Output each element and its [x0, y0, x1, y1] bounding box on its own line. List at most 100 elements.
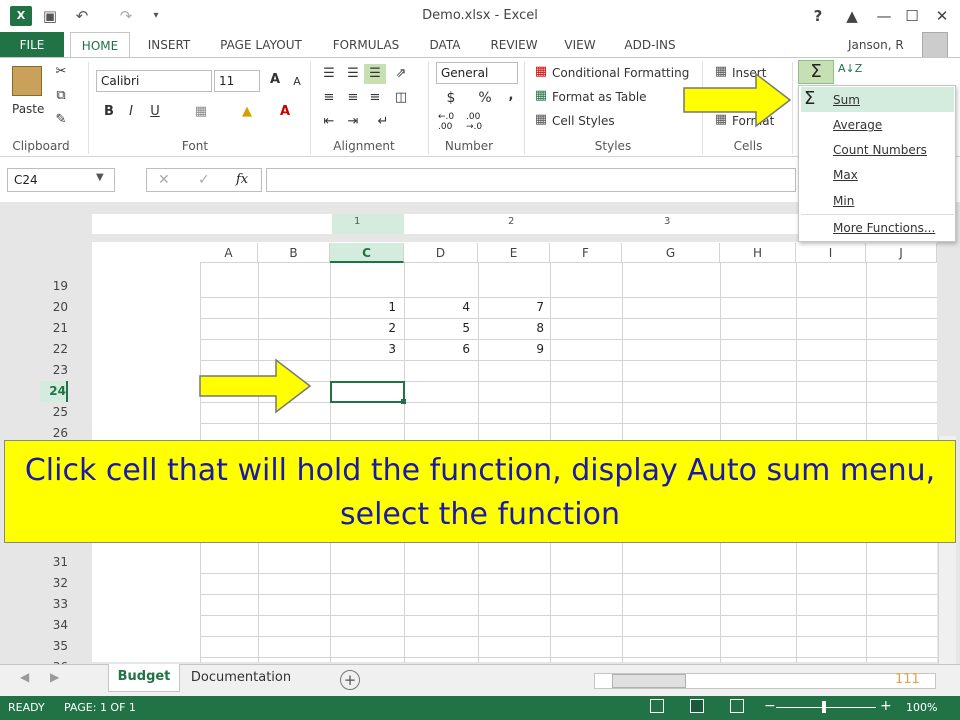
menu-item-count-numbers[interactable]: Count Numbers [833, 143, 927, 157]
scroll-right-tab-icon[interactable]: ▶ [50, 670, 59, 684]
column-header[interactable]: D [404, 243, 478, 263]
row-header[interactable]: 23 [40, 360, 68, 381]
paste-icon[interactable] [12, 66, 42, 96]
decrease-decimal-button[interactable]: .00 →.0 [466, 112, 494, 132]
row-header[interactable]: 22 [40, 339, 68, 360]
top-align-icon[interactable]: ☰ [318, 64, 340, 84]
column-header[interactable]: A [200, 243, 258, 263]
zoom-level[interactable]: 100% [906, 701, 937, 714]
page-break-view-icon[interactable] [730, 699, 744, 713]
cell-e20[interactable]: 7 [478, 297, 548, 318]
insert-function-icon[interactable]: fx [236, 172, 248, 187]
align-right-icon[interactable]: ≡ [364, 88, 386, 108]
column-header[interactable]: J [866, 243, 937, 263]
align-center-icon[interactable]: ≡ [342, 88, 364, 108]
middle-align-icon[interactable]: ☰ [342, 64, 364, 84]
ribbon-display-icon[interactable]: ▲ [840, 5, 864, 27]
minimize-button[interactable]: — [872, 5, 896, 27]
row-header[interactable]: 20 [40, 297, 68, 318]
tab-formulas[interactable]: FORMULAS [322, 32, 410, 58]
selected-cell-c24[interactable] [330, 381, 405, 403]
cell-e22[interactable]: 9 [478, 339, 548, 360]
row-header[interactable]: 21 [40, 318, 68, 339]
decrease-indent-icon[interactable]: ⇤ [318, 112, 340, 132]
cell-styles-icon[interactable]: ▦ [530, 110, 552, 130]
zoom-slider-thumb[interactable] [822, 701, 826, 713]
fill-color-icon[interactable]: ▲ [236, 102, 258, 122]
cell-styles-button[interactable]: Cell Styles [552, 114, 615, 128]
increase-indent-icon[interactable]: ⇥ [342, 112, 364, 132]
tab-review[interactable]: REVIEW [482, 32, 546, 58]
sheet-tab-budget[interactable]: Budget [108, 664, 180, 692]
tab-page-layout[interactable]: PAGE LAYOUT [210, 32, 312, 58]
row-header[interactable]: 36 [40, 657, 68, 664]
bottom-align-icon[interactable]: ☰ [364, 64, 386, 84]
cell-c21[interactable]: 2 [330, 318, 400, 339]
zoom-in-button[interactable]: + [880, 698, 892, 714]
row-header[interactable]: 19 [40, 276, 68, 297]
page-layout-view-icon[interactable] [690, 699, 704, 713]
cell-d20[interactable]: 4 [404, 297, 474, 318]
orientation-icon[interactable]: ⇗ [390, 64, 412, 84]
increase-decimal-button[interactable]: ←.0 .00 [438, 112, 466, 132]
row-header[interactable]: 31 [40, 552, 68, 573]
conditional-formatting-button[interactable]: Conditional Formatting [552, 66, 689, 80]
row-header[interactable]: 25 [40, 402, 68, 423]
conditional-formatting-icon[interactable]: ▦ [530, 62, 552, 82]
column-header[interactable]: G [622, 243, 720, 263]
row-header[interactable]: 24 [40, 381, 68, 402]
scroll-left-tab-icon[interactable]: ◀ [20, 670, 29, 684]
menu-item-max[interactable]: Max [833, 168, 858, 182]
enter-entry-icon[interactable]: ✓ [198, 172, 210, 188]
menu-item-min[interactable]: Min [833, 194, 854, 208]
tab-insert[interactable]: INSERT [138, 32, 200, 58]
restore-button[interactable]: ☐ [900, 5, 924, 27]
help-button[interactable]: ? [806, 5, 830, 27]
row-header[interactable]: 32 [40, 573, 68, 594]
avatar[interactable] [922, 32, 948, 58]
align-left-icon[interactable]: ≡ [318, 88, 340, 108]
menu-item-more-functions[interactable]: More Functions... [833, 221, 935, 235]
normal-view-icon[interactable] [650, 699, 664, 713]
tab-file[interactable]: FILE [0, 32, 64, 58]
cancel-entry-icon[interactable]: ✕ [158, 172, 170, 188]
fill-handle[interactable] [401, 399, 406, 404]
cell-d22[interactable]: 6 [404, 339, 474, 360]
close-button[interactable]: ✕ [930, 5, 954, 27]
add-sheet-button[interactable]: + [340, 670, 360, 690]
number-format-select[interactable]: General [436, 62, 518, 84]
underline-button[interactable]: U [144, 102, 166, 122]
sheet-tab-documentation[interactable]: Documentation [186, 664, 296, 692]
column-header[interactable]: E [478, 243, 550, 263]
zoom-slider[interactable] [776, 707, 876, 708]
borders-icon[interactable]: ▦ [190, 102, 212, 122]
grow-font-icon[interactable]: A [264, 70, 286, 90]
autosum-button[interactable]: Σ [798, 60, 834, 84]
percent-button[interactable]: % [474, 88, 496, 108]
user-name[interactable]: Janson, R [848, 32, 904, 58]
cell-c20[interactable]: 1 [330, 297, 400, 318]
cut-icon[interactable]: ✂ [50, 62, 72, 82]
shrink-font-icon[interactable]: A [286, 72, 308, 92]
merge-center-icon[interactable]: ◫ [390, 88, 412, 108]
zoom-out-button[interactable]: − [764, 698, 776, 714]
paste-button-label[interactable]: Paste [12, 102, 44, 116]
font-size-select[interactable]: 11 [214, 70, 260, 92]
name-box-dropdown-icon[interactable]: ▼ [96, 172, 104, 183]
format-painter-icon[interactable]: ✎ [50, 110, 72, 130]
copy-icon[interactable]: ⧉ [50, 86, 72, 106]
cell-d21[interactable]: 5 [404, 318, 474, 339]
sort-filter-button[interactable]: A↓Z [838, 62, 862, 75]
bold-button[interactable]: B [98, 102, 120, 122]
tab-add-ins[interactable]: ADD-INS [614, 32, 686, 58]
horizontal-scroll-thumb[interactable] [612, 674, 686, 688]
column-header[interactable]: B [258, 243, 330, 263]
font-color-icon[interactable]: A [274, 102, 296, 122]
menu-item-average[interactable]: Average [833, 118, 882, 132]
tab-data[interactable]: DATA [418, 32, 472, 58]
row-header[interactable]: 33 [40, 594, 68, 615]
currency-button[interactable]: $ [440, 88, 462, 108]
format-table-icon[interactable]: ▦ [530, 86, 552, 106]
tab-home[interactable]: HOME [70, 32, 130, 58]
tab-view[interactable]: VIEW [556, 32, 604, 58]
